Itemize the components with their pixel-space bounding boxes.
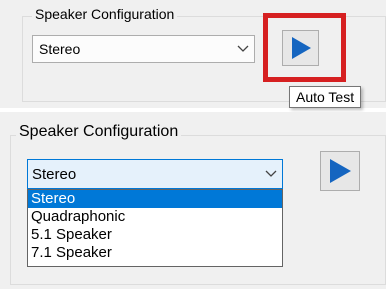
group-title: Speaker Configuration <box>16 123 182 141</box>
dropdown-option[interactable]: 5.1 Speaker <box>28 226 282 244</box>
play-triangle-icon <box>330 159 351 183</box>
chevron-down-icon <box>232 45 254 53</box>
combo-value: Stereo <box>32 165 77 183</box>
auto-test-button[interactable] <box>320 151 360 191</box>
auto-test-tooltip: Auto Test <box>289 86 362 108</box>
play-triangle-icon <box>291 37 311 59</box>
speaker-config-combo[interactable]: Stereo <box>32 35 255 63</box>
chevron-down-icon <box>260 170 282 178</box>
speaker-config-dropdown: Stereo Quadraphonic 5.1 Speaker 7.1 Spea… <box>27 189 283 267</box>
top-panel: Speaker Configuration Stereo Auto Test <box>0 0 386 108</box>
auto-test-button[interactable] <box>282 30 319 66</box>
dropdown-option[interactable]: Stereo <box>28 190 282 208</box>
bottom-panel: Speaker Configuration Stereo Stereo Quad… <box>0 112 386 289</box>
dropdown-option[interactable]: 7.1 Speaker <box>28 244 282 262</box>
combo-value: Stereo <box>39 41 81 57</box>
speaker-config-combo[interactable]: Stereo <box>27 159 283 189</box>
group-title: Speaker Configuration <box>32 6 178 22</box>
dropdown-option[interactable]: Quadraphonic <box>28 208 282 226</box>
